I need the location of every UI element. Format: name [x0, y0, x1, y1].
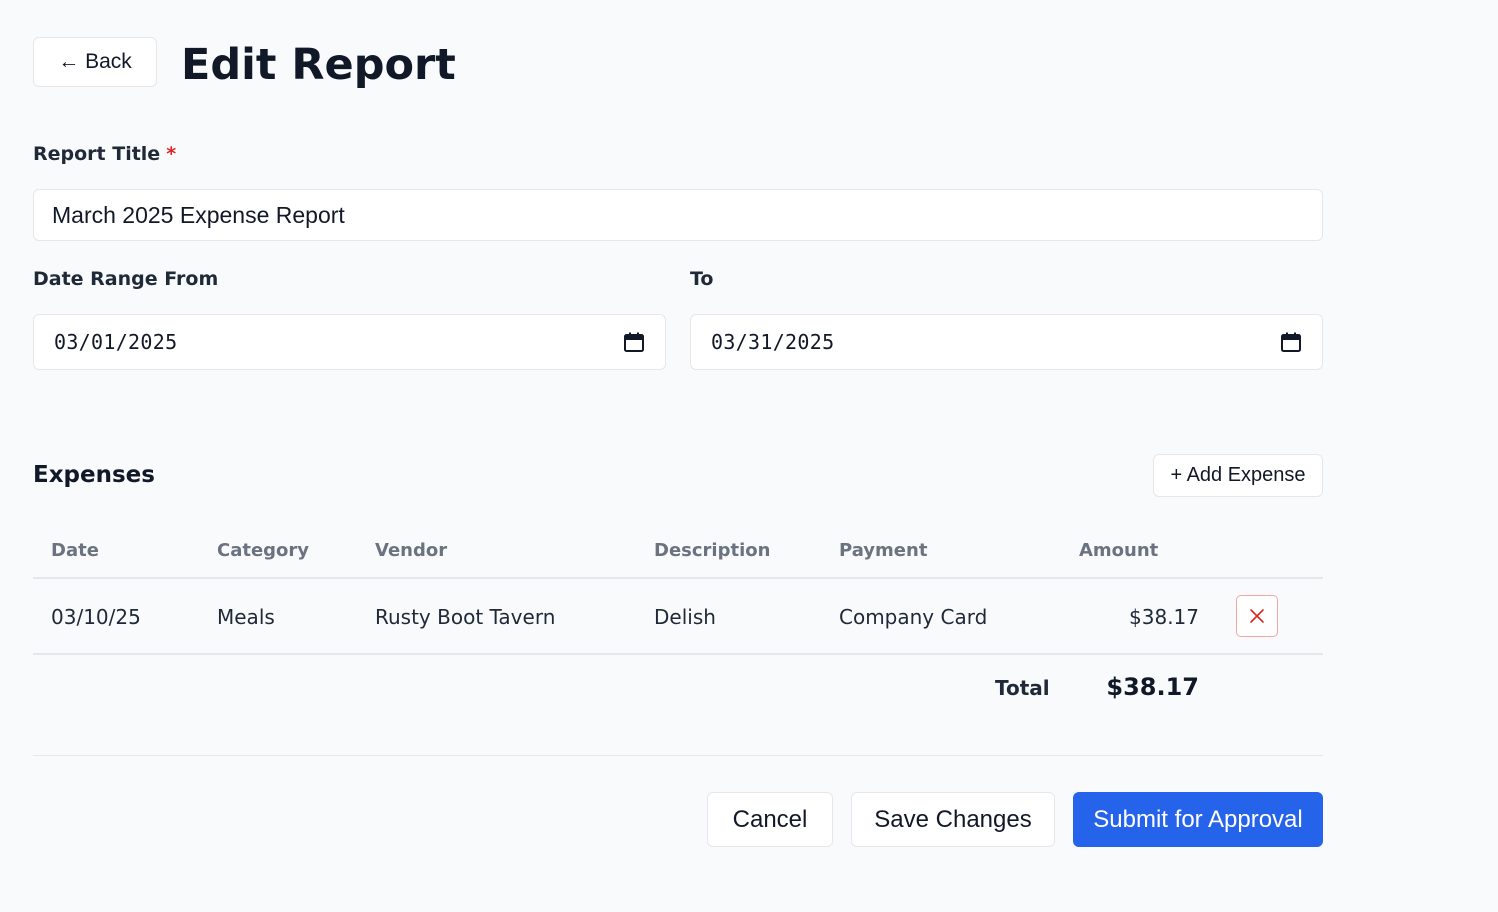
column-header-description: Description	[654, 540, 771, 561]
required-marker: *	[166, 143, 177, 165]
date-from-value: 03/01/2025	[54, 330, 178, 354]
expense-amount: $38.17	[1129, 605, 1199, 629]
cancel-button[interactable]: Cancel	[707, 792, 833, 847]
column-header-date: Date	[51, 540, 99, 561]
save-changes-button[interactable]: Save Changes	[851, 792, 1055, 847]
submit-for-approval-button[interactable]: Submit for Approval	[1073, 792, 1323, 847]
add-expense-button[interactable]: + Add Expense	[1153, 454, 1323, 497]
column-header-payment: Payment	[839, 540, 928, 561]
date-from-label: Date Range From	[33, 268, 219, 290]
expense-description: Delish	[654, 605, 716, 629]
close-icon	[1250, 609, 1264, 623]
date-to-value: 03/31/2025	[711, 330, 835, 354]
total-value: $38.17	[1106, 673, 1199, 701]
expense-vendor: Rusty Boot Tavern	[375, 605, 556, 629]
report-title-label-text: Report Title	[33, 143, 161, 165]
report-title-input[interactable]: March 2025 Expense Report	[33, 189, 1323, 241]
edit-report-page: ← Back Edit Report Report Title * March 2…	[0, 0, 1498, 912]
add-expense-label: + Add Expense	[1170, 464, 1306, 486]
table-row-divider	[33, 653, 1323, 655]
footer-divider	[33, 755, 1323, 756]
date-to-input[interactable]: 03/31/2025	[690, 314, 1323, 370]
expense-category: Meals	[217, 605, 275, 629]
save-changes-label: Save Changes	[874, 805, 1032, 833]
report-title-value: March 2025 Expense Report	[52, 201, 345, 228]
calendar-icon[interactable]	[1280, 331, 1302, 353]
submit-for-approval-label: Submit for Approval	[1093, 805, 1303, 833]
expense-payment: Company Card	[839, 605, 988, 629]
date-from-input[interactable]: 03/01/2025	[33, 314, 666, 370]
column-header-category: Category	[217, 540, 310, 561]
column-header-vendor: Vendor	[375, 540, 448, 561]
total-label: Total	[995, 676, 1050, 700]
table-header-divider	[33, 577, 1323, 579]
date-to-label: To	[690, 268, 714, 290]
delete-expense-button[interactable]	[1236, 595, 1278, 637]
page-title: Edit Report	[181, 40, 456, 90]
expense-date: 03/10/25	[51, 605, 141, 629]
column-header-amount: Amount	[1079, 540, 1159, 561]
cancel-button-label: Cancel	[732, 805, 808, 833]
expenses-heading: Expenses	[33, 462, 155, 488]
report-title-label: Report Title *	[33, 143, 176, 165]
back-button-label: ← Back	[58, 50, 132, 73]
back-button[interactable]: ← Back	[33, 37, 157, 87]
calendar-icon[interactable]	[623, 331, 645, 353]
